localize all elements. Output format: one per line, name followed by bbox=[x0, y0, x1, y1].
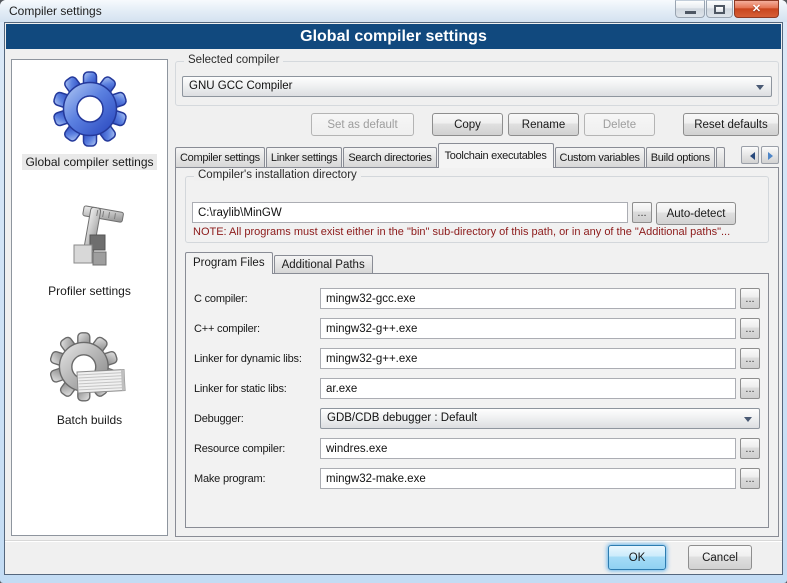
linker-static-input[interactable] bbox=[320, 378, 736, 399]
tab-compiler-settings[interactable]: Compiler settings bbox=[175, 147, 265, 168]
program-row-make-program: Make program: ... bbox=[194, 468, 760, 489]
program-label: Make program: bbox=[194, 473, 316, 485]
program-subtabs: Program Files Additional Paths bbox=[185, 252, 374, 274]
browse-button[interactable]: ... bbox=[740, 468, 760, 489]
tab-custom-variables[interactable]: Custom variables bbox=[555, 147, 645, 168]
left-triangle-icon bbox=[746, 152, 755, 160]
make-program-input[interactable] bbox=[320, 468, 736, 489]
program-files-page: C compiler: ... C++ compiler: ... Linker… bbox=[185, 273, 769, 528]
copy-button[interactable]: Copy bbox=[432, 113, 503, 136]
browse-button[interactable]: ... bbox=[740, 318, 760, 339]
cancel-button[interactable]: Cancel bbox=[688, 545, 752, 570]
browse-button[interactable]: ... bbox=[740, 438, 760, 459]
install-dir-input[interactable] bbox=[192, 202, 628, 223]
auto-detect-button[interactable]: Auto-detect bbox=[656, 202, 736, 225]
debugger-select[interactable]: GDB/CDB debugger : Default bbox=[320, 408, 760, 429]
ok-button[interactable]: OK bbox=[608, 545, 666, 570]
dialog-body: Global compiler settings bbox=[4, 22, 783, 575]
tab-search-directories[interactable]: Search directories bbox=[343, 147, 436, 168]
selected-compiler-group: Selected compiler GNU GCC Compiler bbox=[175, 61, 779, 106]
c-compiler-input[interactable] bbox=[320, 288, 736, 309]
close-icon bbox=[735, 1, 778, 18]
program-label: Resource compiler: bbox=[194, 443, 316, 455]
gear-blue-icon bbox=[48, 66, 132, 152]
compiler-tabs: Compiler settings Linker settings Search… bbox=[175, 143, 779, 168]
sidebar-item-label: Global compiler settings bbox=[22, 154, 156, 170]
program-row-resource-compiler: Resource compiler: ... bbox=[194, 438, 760, 459]
program-label: C compiler: bbox=[194, 293, 316, 305]
close-button[interactable] bbox=[734, 0, 779, 18]
sidebar-item-profiler-settings[interactable]: Profiler settings bbox=[12, 195, 167, 300]
sidebar-item-global-compiler-settings[interactable]: Global compiler settings bbox=[12, 60, 167, 171]
delete-button[interactable]: Delete bbox=[584, 113, 655, 136]
selected-compiler-value: GNU GCC Compiler bbox=[189, 80, 293, 92]
gear-papers-icon bbox=[50, 330, 130, 410]
browse-button[interactable]: ... bbox=[740, 348, 760, 369]
maximize-button[interactable] bbox=[706, 0, 733, 18]
program-label: Linker for dynamic libs: bbox=[194, 353, 316, 365]
tab-linker-settings[interactable]: Linker settings bbox=[266, 147, 342, 168]
program-row-debugger: Debugger: GDB/CDB debugger : Default bbox=[194, 408, 760, 429]
tab-scroll-buttons bbox=[738, 146, 779, 164]
linker-dynamic-input[interactable] bbox=[320, 348, 736, 369]
caliper-cubes-icon bbox=[50, 201, 130, 281]
browse-button[interactable]: ... bbox=[740, 378, 760, 399]
debugger-value: GDB/CDB debugger : Default bbox=[327, 412, 477, 424]
toolchain-executables-page: Compiler's installation directory ... Au… bbox=[175, 167, 779, 537]
page-title: Global compiler settings bbox=[6, 24, 781, 49]
program-row-cpp-compiler: C++ compiler: ... bbox=[194, 318, 760, 339]
right-triangle-icon bbox=[768, 152, 777, 160]
set-as-default-button[interactable]: Set as default bbox=[311, 113, 414, 136]
install-dir-note: NOTE: All programs must exist either in … bbox=[193, 226, 765, 238]
resource-compiler-input[interactable] bbox=[320, 438, 736, 459]
titlebar[interactable]: Compiler settings bbox=[0, 0, 787, 22]
program-row-linker-static: Linker for static libs: ... bbox=[194, 378, 760, 399]
install-dir-group-label: Compiler's installation directory bbox=[194, 169, 361, 181]
compiler-settings-window: Compiler settings Global compiler settin… bbox=[0, 0, 787, 583]
window-controls bbox=[675, 0, 779, 18]
tab-scroll-right-icon[interactable] bbox=[761, 146, 779, 164]
tab-build-options[interactable]: Build options bbox=[646, 147, 715, 168]
subtab-program-files[interactable]: Program Files bbox=[185, 252, 273, 274]
sidebar-item-batch-builds[interactable]: Batch builds bbox=[12, 324, 167, 429]
compiler-actions: Set as default Copy Rename Delete Reset … bbox=[175, 113, 779, 136]
install-dir-row: ... Auto-detect bbox=[192, 202, 762, 223]
settings-category-list: Global compiler settings bbox=[11, 59, 168, 536]
cpp-compiler-input[interactable] bbox=[320, 318, 736, 339]
maximize-icon bbox=[714, 5, 725, 14]
selected-compiler-select[interactable]: GNU GCC Compiler bbox=[182, 76, 772, 97]
tab-clipped[interactable] bbox=[716, 147, 725, 168]
dialog-footer: OK Cancel bbox=[5, 540, 782, 574]
program-label: Linker for static libs: bbox=[194, 383, 316, 395]
settings-content: Selected compiler GNU GCC Compiler Set a… bbox=[175, 55, 780, 537]
subtab-additional-paths[interactable]: Additional Paths bbox=[274, 255, 373, 274]
program-label: C++ compiler: bbox=[194, 323, 316, 335]
program-row-c-compiler: C compiler: ... bbox=[194, 288, 760, 309]
minimize-icon bbox=[685, 11, 696, 14]
reset-defaults-button[interactable]: Reset defaults bbox=[683, 113, 779, 136]
window-title: Compiler settings bbox=[9, 4, 102, 18]
program-row-linker-dynamic: Linker for dynamic libs: ... bbox=[194, 348, 760, 369]
install-dir-group: Compiler's installation directory ... Au… bbox=[185, 176, 769, 243]
program-label: Debugger: bbox=[194, 413, 316, 425]
install-dir-browse-button[interactable]: ... bbox=[632, 202, 652, 223]
sidebar-item-label: Profiler settings bbox=[45, 283, 134, 299]
tab-toolchain-executables[interactable]: Toolchain executables bbox=[438, 143, 554, 168]
selected-compiler-group-label: Selected compiler bbox=[184, 54, 283, 66]
tab-scroll-left-icon[interactable] bbox=[741, 146, 759, 164]
rename-button[interactable]: Rename bbox=[508, 113, 579, 136]
minimize-button[interactable] bbox=[675, 0, 705, 18]
browse-button[interactable]: ... bbox=[740, 288, 760, 309]
sidebar-item-label: Batch builds bbox=[54, 412, 125, 428]
